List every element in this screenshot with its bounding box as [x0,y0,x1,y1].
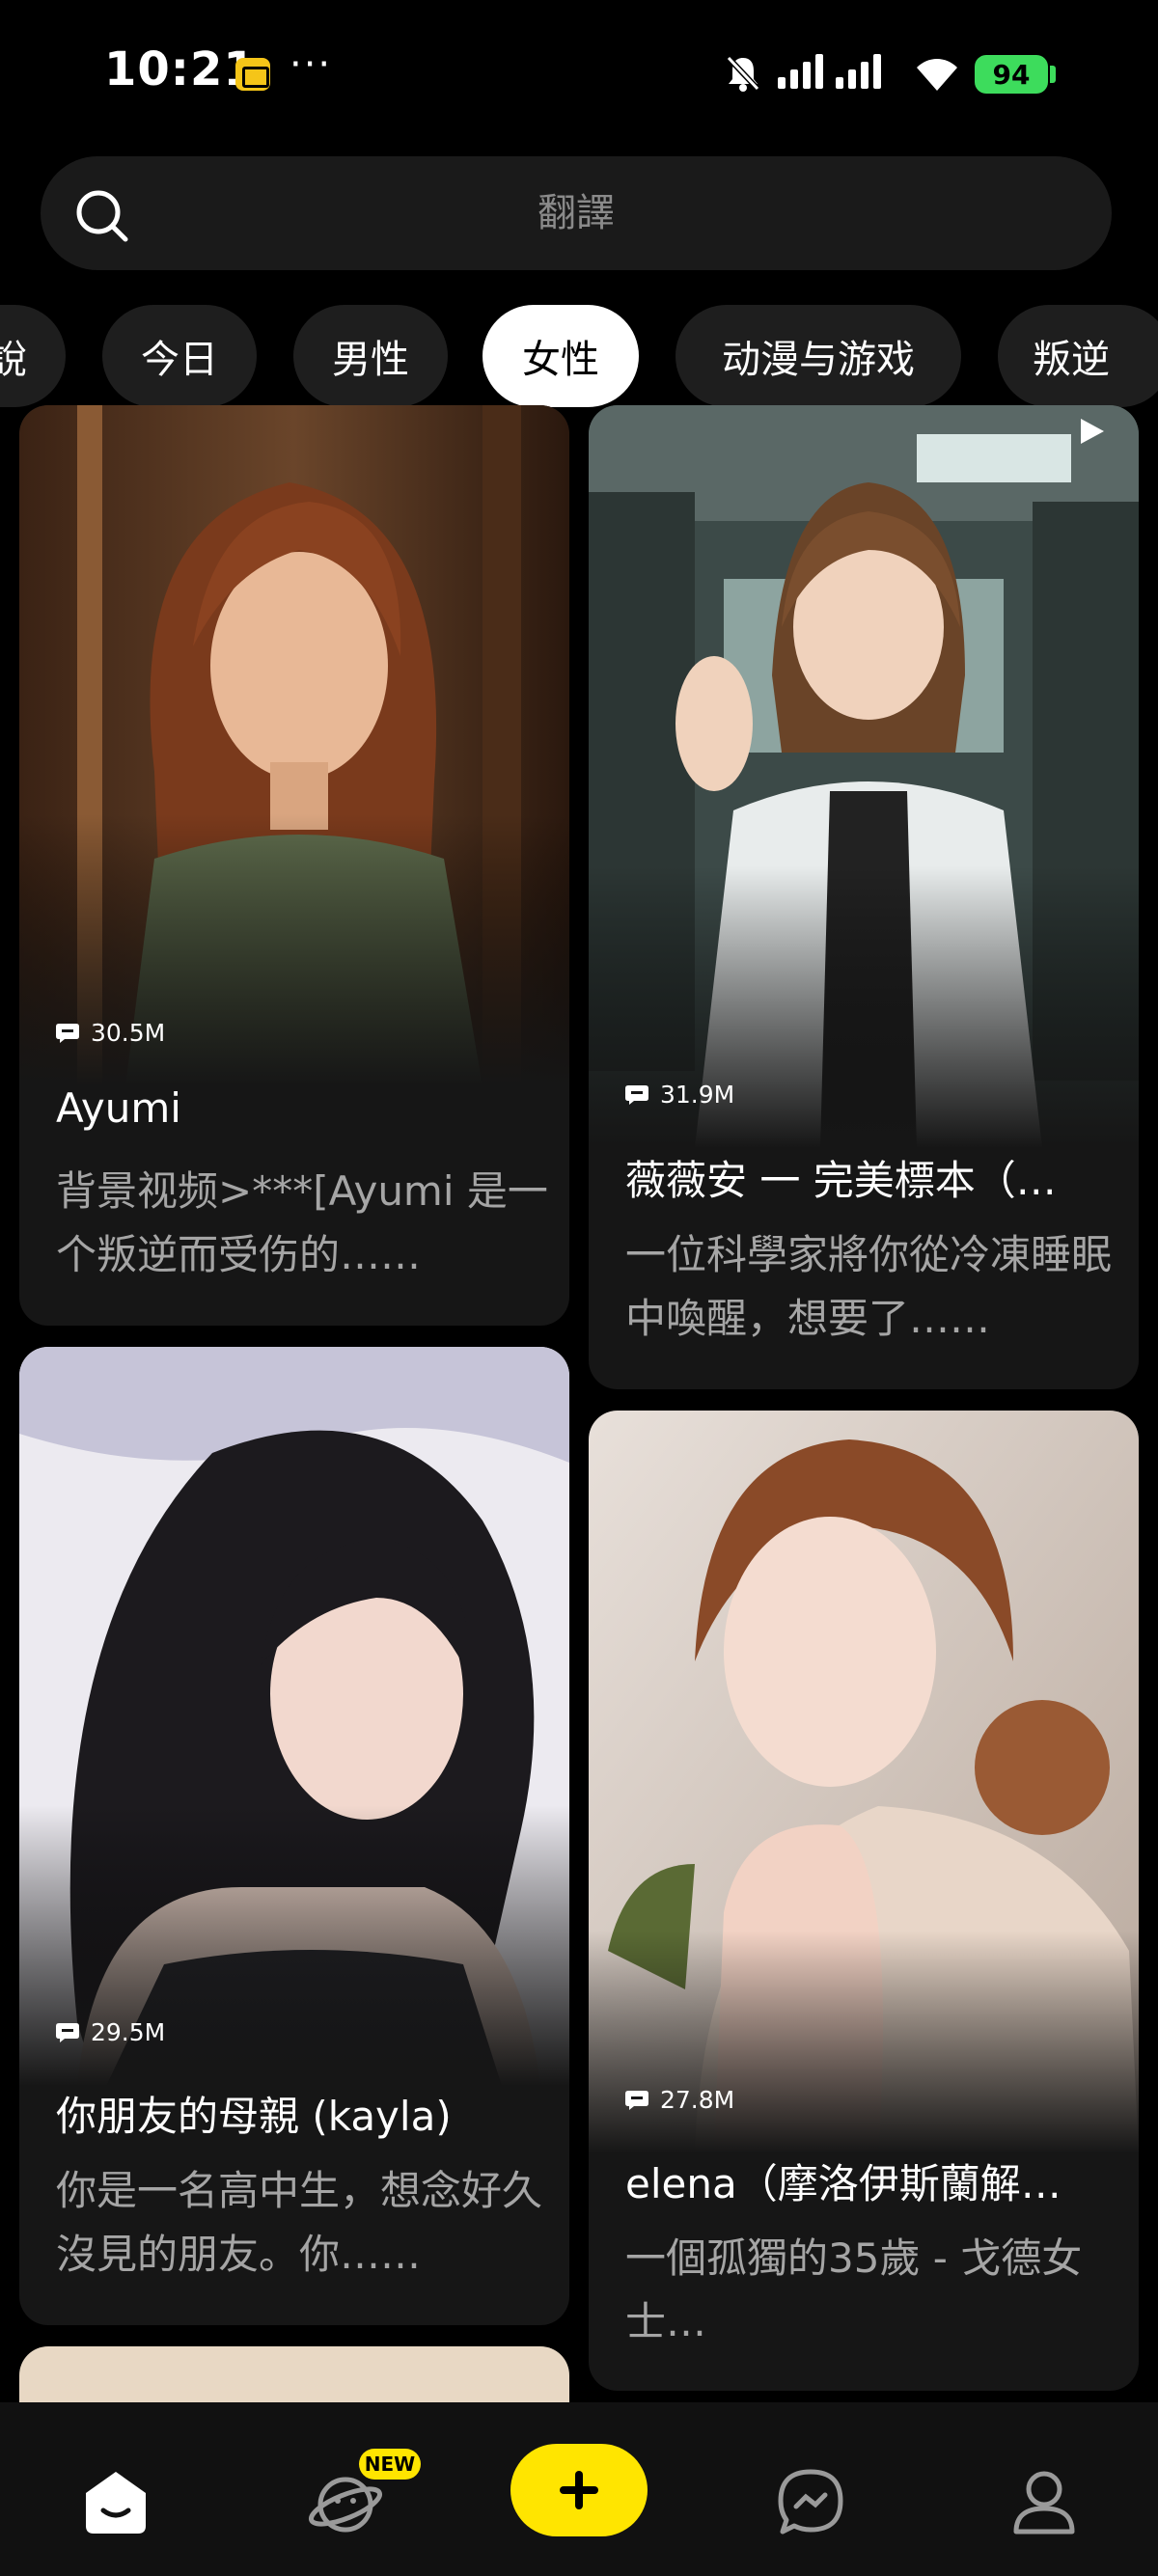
tab-rebellious[interactable]: 叛逆 [998,305,1158,407]
character-image [19,1347,569,2086]
character-card[interactable]: 27.8M elena（摩洛伊斯蘭解… 一個孤獨的35歲 - 戈德女士… [589,1411,1139,2391]
view-count: 31.9M [625,1081,734,1109]
mute-icon [726,55,760,92]
nav-profile[interactable] [986,2402,1102,2576]
battery-indicator: 94 [975,55,1048,94]
chat-count-icon [56,2022,79,2042]
app-screen: 10:21 ··· 94 翻譯 說 今日 男性 女性 动漫与游戏 叛逆 30.5… [0,0,1158,2576]
tab-category-previous[interactable]: 說 [0,305,66,407]
character-card[interactable]: 31.9M 薇薇安 一 完美標本（… 一位科學家將你從冷凍睡眠中喚醒，想要了…… [589,405,1139,1389]
character-card[interactable]: 29.5M 你朋友的母親 (kayla) 你是一名高中生，想念好久沒見的朋友。你… [19,1347,569,2325]
search-placeholder: 翻譯 [538,191,615,235]
tab-anime-games[interactable]: 动漫与游戏 [676,305,961,407]
create-character-button[interactable] [510,2444,648,2536]
view-count-value: 27.8M [660,2086,735,2114]
chat-bubble-icon [778,2469,843,2535]
home-icon [86,2472,146,2534]
character-description: 一位科學家將你從冷凍睡眠中喚醒，想要了…… [625,1231,1113,1342]
more-notifications-icon: ··· [290,42,333,87]
nav-home[interactable] [58,2402,174,2576]
tab-male[interactable]: 男性 [293,305,448,407]
status-bar: 10:21 ··· 94 [0,0,1158,145]
signal-strength-icon [778,54,881,89]
tab-today[interactable]: 今日 [102,305,257,407]
character-description: 你是一名高中生，想念好久沒見的朋友。你…… [56,2167,543,2278]
character-name: Ayumi [56,1084,181,1132]
new-badge: NEW [359,2449,421,2480]
video-play-icon [1081,419,1104,444]
view-count-value: 29.5M [91,2018,166,2046]
nav-discover[interactable] [288,2402,403,2576]
view-count: 30.5M [56,1019,165,1047]
chat-count-icon [56,1023,79,1043]
wifi-icon [917,59,957,91]
plus-icon [560,2471,598,2509]
character-name: 你朋友的母親 (kayla) [56,2093,452,2140]
view-count-value: 30.5M [91,1019,166,1047]
battery-tip [1050,66,1056,83]
view-count: 27.8M [625,2086,734,2114]
notification-app-icon [235,58,270,91]
view-count: 29.5M [56,2018,165,2046]
character-image [19,405,569,1086]
character-card[interactable]: 30.5M Ayumi 背景视频>***[Ayumi 是一个叛逆而受伤的…… [19,405,569,1326]
character-name: 薇薇安 一 完美標本（… [625,1157,1057,1204]
chat-count-icon [625,2090,648,2110]
nav-chats[interactable] [753,2402,868,2576]
tab-female[interactable]: 女性 [482,305,639,407]
category-tabs: 說 今日 男性 女性 动漫与游戏 叛逆 [0,305,1158,407]
character-image [589,1411,1139,2153]
view-count-value: 31.9M [660,1081,735,1109]
search-bar[interactable]: 翻譯 [41,156,1112,270]
character-description: 一個孤獨的35歲 - 戈德女士… [625,2234,1083,2345]
clock: 10:21 [104,42,257,96]
character-name: elena（摩洛伊斯蘭解… [625,2160,1062,2207]
profile-icon [1013,2471,1075,2535]
character-image [589,405,1139,1148]
character-description: 背景视频>***[Ayumi 是一个叛逆而受伤的…… [56,1167,548,1278]
chat-count-icon [625,1084,648,1105]
